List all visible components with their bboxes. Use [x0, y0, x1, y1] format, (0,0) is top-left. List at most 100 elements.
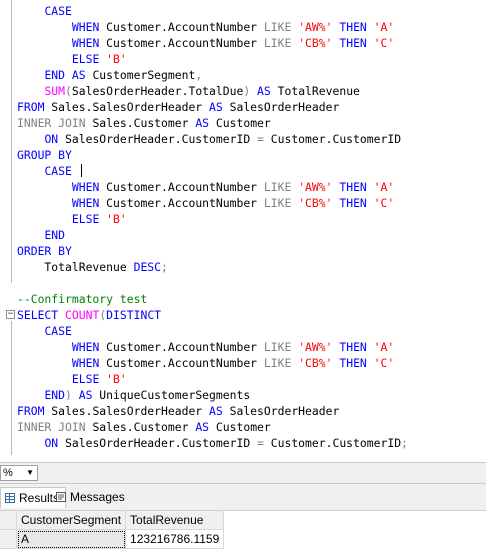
- sql-identifier: Customer: [209, 420, 271, 434]
- sql-keyword: WHEN: [71, 180, 100, 194]
- sql-keyword: WHEN: [71, 20, 100, 34]
- sql-identifier: Customer.CustomerID: [263, 436, 402, 450]
- sql-identifier: TotalRevenue: [17, 260, 134, 274]
- sql-identifier: [58, 308, 65, 322]
- sql-identifier: [17, 4, 44, 18]
- sql-keyword: WHEN: [71, 36, 100, 50]
- sql-identifier: [72, 388, 79, 402]
- sql-identifier: [17, 84, 44, 98]
- results-tabs: Results Messages: [0, 484, 486, 510]
- sql-operator: ;: [401, 436, 408, 450]
- sql-identifier: [17, 180, 72, 194]
- code-line[interactable]: FROM Sales.SalesOrderHeader AS SalesOrde…: [17, 99, 408, 115]
- sql-identifier: [17, 196, 72, 210]
- sql-keyword: DISTINCT: [106, 308, 162, 322]
- sql-identifier: Customer.AccountNumber: [99, 356, 264, 370]
- code-line[interactable]: END: [17, 227, 408, 243]
- sql-operator: LIKE: [263, 356, 292, 370]
- code-line[interactable]: [17, 275, 408, 291]
- sql-identifier: [17, 52, 72, 66]
- row-header[interactable]: [0, 529, 17, 549]
- code-line[interactable]: ELSE 'B': [17, 51, 408, 67]
- code-line[interactable]: --Confirmatory test: [17, 291, 408, 307]
- code-line[interactable]: WHEN Customer.AccountNumber LIKE 'AW%' T…: [17, 19, 408, 35]
- code-line[interactable]: WHEN Customer.AccountNumber LIKE 'AW%' T…: [17, 179, 408, 195]
- column-header[interactable]: CustomerSegment: [16, 511, 127, 530]
- sql-keyword: ON: [44, 436, 59, 450]
- code-line[interactable]: TotalRevenue DESC;: [17, 259, 408, 275]
- code-line[interactable]: SUM(SalesOrderHeader.TotalDue) AS TotalR…: [17, 83, 408, 99]
- table-cell[interactable]: 123216786.1159: [125, 529, 225, 549]
- sql-identifier: Customer.AccountNumber: [99, 196, 264, 210]
- sql-string: 'A': [373, 20, 395, 34]
- sql-keyword: WHEN: [71, 356, 100, 370]
- sql-operator: JOIN: [58, 116, 86, 130]
- sql-keyword: AS: [195, 420, 210, 434]
- table-row[interactable]: A 123216786.1159: [0, 529, 225, 549]
- code-line[interactable]: WHEN Customer.AccountNumber LIKE 'CB%' T…: [17, 355, 408, 371]
- sql-string: 'B': [106, 372, 127, 386]
- sql-keyword: DESC: [133, 260, 162, 274]
- results-grid[interactable]: CustomerSegment TotalRevenue A 123216786…: [0, 510, 486, 552]
- sql-identifier: [17, 388, 44, 402]
- sql-identifier: [367, 180, 374, 194]
- sql-operator: LIKE: [263, 20, 292, 34]
- collapse-toggle-icon[interactable]: −: [6, 310, 15, 319]
- outline-line: [11, 0, 12, 283]
- zoom-value: %: [3, 467, 13, 479]
- code-line[interactable]: WHEN Customer.AccountNumber LIKE 'CB%' T…: [17, 35, 408, 51]
- code-line[interactable]: INNER JOIN Sales.Customer AS Customer: [17, 115, 408, 131]
- sql-string: 'A': [373, 180, 395, 194]
- sql-keyword: CASE: [44, 164, 72, 178]
- code-line[interactable]: END AS CustomerSegment,: [17, 67, 408, 83]
- sql-keyword: AS: [209, 404, 223, 418]
- sql-identifier: Sales.Customer: [85, 116, 196, 130]
- sql-identifier: [17, 132, 44, 146]
- tab-messages[interactable]: Messages: [52, 487, 131, 508]
- sql-code[interactable]: CASE WHEN Customer.AccountNumber LIKE 'A…: [17, 3, 408, 451]
- sql-keyword: THEN: [339, 36, 367, 50]
- sql-identifier: Customer.CustomerID: [263, 132, 402, 146]
- code-line[interactable]: CASE: [17, 3, 408, 19]
- sql-identifier: [65, 68, 72, 82]
- sql-operator: JOIN: [58, 420, 86, 434]
- query-editor[interactable]: − CASE WHEN Customer.AccountNumber LIKE …: [0, 0, 486, 462]
- sql-identifier: [17, 340, 72, 354]
- sql-identifier: Customer: [209, 116, 271, 130]
- code-line[interactable]: WHEN Customer.AccountNumber LIKE 'CB%' T…: [17, 195, 408, 211]
- code-line[interactable]: ELSE 'B': [17, 371, 408, 387]
- sql-keyword: AS: [195, 116, 210, 130]
- code-line[interactable]: END) AS UniqueCustomerSegments: [17, 387, 408, 403]
- code-line[interactable]: CASE: [17, 163, 408, 179]
- sql-function: COUNT: [65, 308, 100, 322]
- column-header[interactable]: TotalRevenue: [125, 511, 225, 530]
- code-line[interactable]: WHEN Customer.AccountNumber LIKE 'AW%' T…: [17, 339, 408, 355]
- outline-line: [11, 321, 12, 455]
- sql-function: SUM: [44, 84, 66, 98]
- code-line[interactable]: ORDER BY: [17, 243, 408, 259]
- sql-keyword: ORDER: [17, 244, 52, 258]
- sql-keyword: END: [44, 228, 66, 242]
- sql-string: 'C': [373, 36, 395, 50]
- sql-keyword: AS: [78, 388, 93, 402]
- code-line[interactable]: CASE: [17, 323, 408, 339]
- code-line[interactable]: FROM Sales.SalesOrderHeader AS SalesOrde…: [17, 403, 408, 419]
- code-line[interactable]: SELECT COUNT(DISTINCT: [17, 307, 408, 323]
- table-cell[interactable]: A: [16, 529, 127, 549]
- zoom-dropdown[interactable]: % ▼: [0, 465, 38, 481]
- code-line[interactable]: GROUP BY: [17, 147, 408, 163]
- zoom-bar: % ▼: [0, 462, 486, 484]
- code-line[interactable]: ELSE 'B': [17, 211, 408, 227]
- sql-identifier: SalesOrderHeader.CustomerID: [58, 132, 258, 146]
- sql-identifier: SalesOrderHeader.TotalDue: [71, 84, 244, 98]
- code-line[interactable]: ON SalesOrderHeader.CustomerID = Custome…: [17, 435, 408, 451]
- sql-keyword: BY: [58, 244, 72, 258]
- sql-keyword: GROUP: [17, 148, 52, 162]
- sql-identifier: [17, 36, 72, 50]
- sql-keyword: BY: [58, 148, 72, 162]
- code-line[interactable]: INNER JOIN Sales.Customer AS Customer: [17, 419, 408, 435]
- sql-operator: ): [65, 388, 72, 402]
- text-caret: [80, 164, 82, 177]
- sql-operator: LIKE: [263, 180, 292, 194]
- code-line[interactable]: ON SalesOrderHeader.CustomerID = Custome…: [17, 131, 408, 147]
